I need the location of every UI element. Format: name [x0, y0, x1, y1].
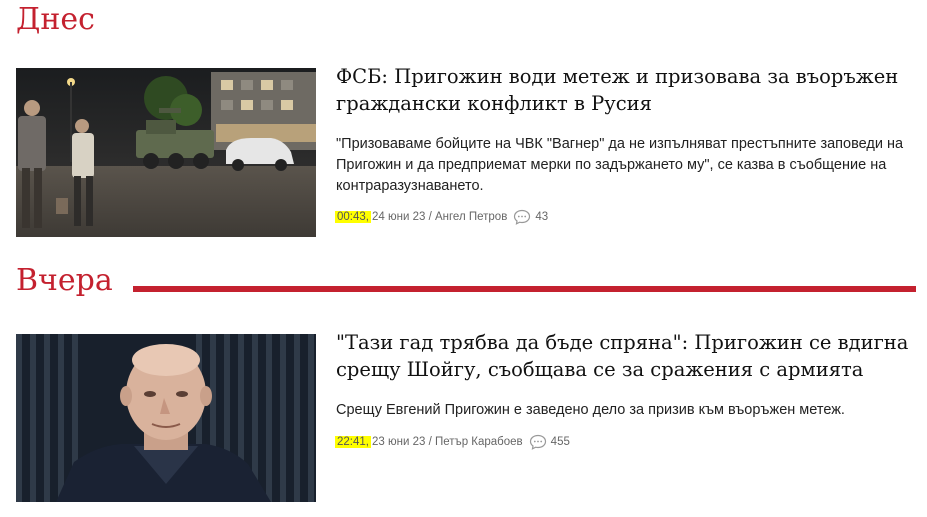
section-title-today: Днес [16, 2, 95, 37]
publish-date: 23 юни 23 [371, 436, 426, 448]
article-headline[interactable]: ФСБ: Пригожин води метеж и призовава за … [336, 63, 911, 117]
armored-vehicle-photo-icon [16, 68, 316, 237]
article-meta: 22:41, 23 юни 23 / Петър Карабоев 455 [335, 433, 570, 451]
comment-bubble-icon[interactable] [529, 434, 547, 450]
author-link[interactable]: Петър Карабоев [435, 436, 523, 448]
section-title-yesterday: Вчера [16, 263, 113, 298]
comment-count[interactable]: 43 [535, 211, 548, 223]
portrait-photo-icon [16, 334, 316, 502]
author-link[interactable]: Ангел Петров [435, 211, 507, 223]
publish-time: 00:43, [335, 211, 371, 223]
comment-count[interactable]: 455 [551, 436, 570, 448]
article-image-portrait[interactable] [16, 334, 316, 502]
article-meta: 00:43, 24 юни 23 / Ангел Петров 43 [335, 208, 548, 226]
article-lead: "Призоваваме бойците на ЧВК "Вагнер" да … [336, 136, 904, 194]
meta-separator: / [428, 211, 432, 223]
meta-separator: / [428, 436, 432, 448]
comment-bubble-icon[interactable] [513, 209, 531, 225]
publish-date: 24 юни 23 [371, 211, 426, 223]
section-divider [133, 286, 916, 292]
article-headline[interactable]: "Тази гад трябва да бъде спряна": Пригож… [336, 329, 911, 383]
publish-time: 22:41, [335, 436, 371, 448]
article-image-armored-vehicle[interactable] [16, 68, 316, 237]
article-lead: Срещу Евгений Пригожин е заведено дело з… [336, 402, 845, 418]
